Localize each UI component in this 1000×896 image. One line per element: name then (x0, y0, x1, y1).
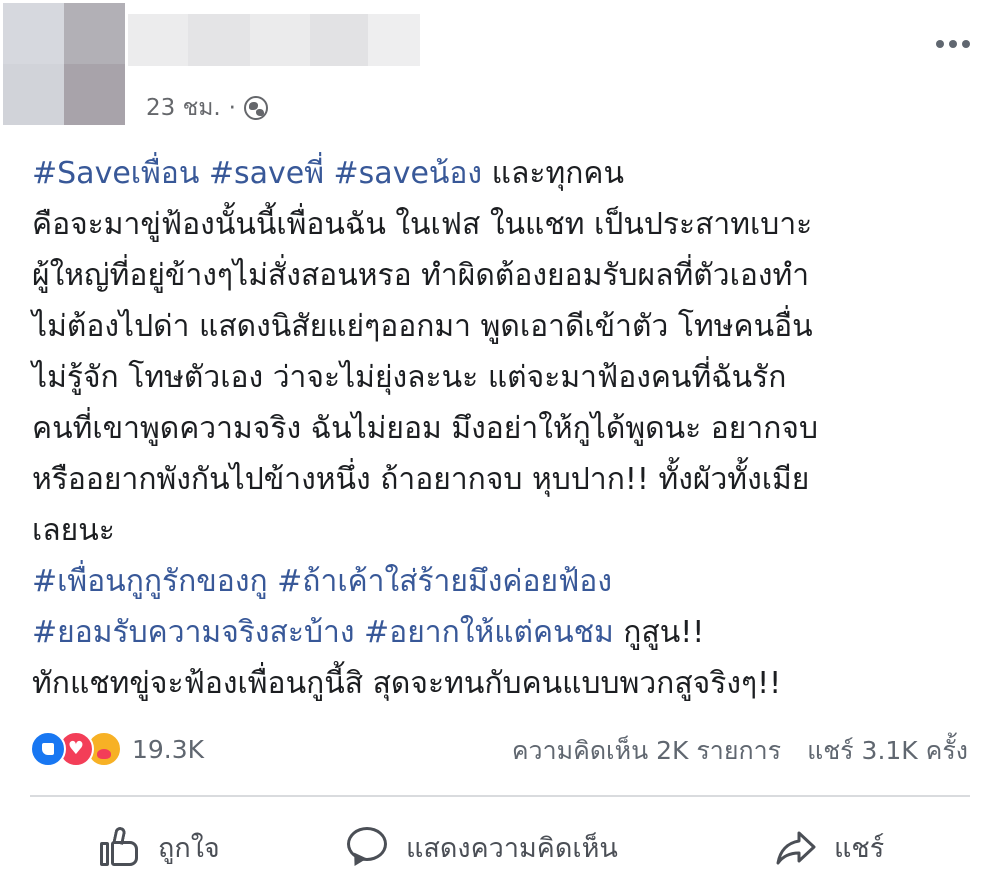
profile-avatar[interactable] (3, 3, 125, 125)
more-options-icon[interactable] (936, 40, 970, 48)
post-text: #Saveเพื่อน #saveพี่ #saveน้อง และทุกคนค… (32, 148, 982, 709)
hashtag-link[interactable]: #Saveเพื่อน #saveพี่ #saveน้อง (32, 156, 482, 191)
post-line: คนที่เขาพูดความจริง ฉันไม่ยอม มึงอย่าให้… (32, 403, 982, 454)
like-icon (30, 731, 66, 767)
post-text-segment: เลยนะ (32, 513, 115, 548)
post-text-segment: หรืออยากพังกันไปข้างหนึ่ง ถ้าอยากจบ หุบป… (32, 462, 810, 497)
post-text-segment: ผู้ใหญ่ที่อยู่ข้างๆไม่สั่งสอนหรอ ทำผิดต้… (32, 258, 810, 293)
post-line: หรืออยากพังกันไปข้างหนึ่ง ถ้าอยากจบ หุบป… (32, 454, 982, 505)
thumbs-up-icon (98, 825, 142, 869)
post-line: #ยอมรับความจริงสะบ้าง #อยากให้แต่คนชม กู… (32, 607, 982, 658)
post-text-segment: กูสูน!! (613, 615, 705, 650)
post-line: #เพื่อนกูกูรักของกู #ถ้าเค้าใส่ร้ายมึงค่… (32, 556, 982, 607)
post-line: ทักแชทขู่จะฟ้องเพื่อนกูนี้สิ สุดจะทนกับค… (32, 658, 982, 709)
hashtag-link[interactable]: #เพื่อนกูกูรักของกู #ถ้าเค้าใส่ร้ายมึงค่… (32, 564, 612, 599)
author-name-blurred[interactable] (128, 14, 420, 66)
share-button[interactable]: แชร์ (774, 815, 884, 879)
post-text-segment: คนที่เขาพูดความจริง ฉันไม่ยอม มึงอย่าให้… (32, 411, 819, 446)
action-bar: ถูกใจ แสดงความคิดเห็น แชร์ (0, 815, 1000, 879)
post-line: ผู้ใหญ่ที่อยู่ข้างๆไม่สั่งสอนหรอ ทำผิดต้… (32, 250, 982, 301)
post-text-segment: และทุกคน (482, 156, 624, 191)
globe-icon[interactable] (243, 96, 268, 120)
shares-count[interactable]: แชร์ 3.1K ครั้ง (807, 731, 968, 771)
post-line: #Saveเพื่อน #saveพี่ #saveน้อง และทุกคน (32, 148, 982, 199)
post-text-segment: ทักแชทขู่จะฟ้องเพื่อนกูนี้สิ สุดจะทนกับค… (32, 666, 782, 701)
post-text-segment: ไม่รู้จัก โทษตัวเอง ว่าจะไม่ยุ่งละนะ แต่… (32, 360, 787, 395)
post-meta: 23 ชม. · (146, 88, 268, 128)
like-label: ถูกใจ (158, 832, 220, 864)
post-stats: ความคิดเห็น 2K รายการ แชร์ 3.1K ครั้ง (512, 731, 968, 771)
post-line: ไม่รู้จัก โทษตัวเอง ว่าจะไม่ยุ่งละนะ แต่… (32, 352, 982, 403)
post-text-segment: ไม่ต้องไปด่า แสดงนิสัยแย่ๆออกมา พูดเอาดี… (32, 309, 813, 344)
post-timestamp[interactable]: 23 ชม. (146, 90, 221, 126)
post-text-segment: คือจะมาขู่ฟ้องนั้นนี้เพื่อนฉัน ในเฟส ในแ… (32, 207, 813, 242)
divider (30, 795, 970, 797)
reaction-count: 19.3K (132, 734, 205, 764)
hashtag-link[interactable]: #ยอมรับความจริงสะบ้าง #อยากให้แต่คนชม (32, 615, 614, 650)
meta-separator: · (228, 95, 236, 121)
reactions-summary[interactable]: 19.3K (30, 731, 204, 767)
post-line: คือจะมาขู่ฟ้องนั้นนี้เพื่อนฉัน ในเฟส ในแ… (32, 199, 982, 250)
post-line: ไม่ต้องไปด่า แสดงนิสัยแย่ๆออกมา พูดเอาดี… (32, 301, 982, 352)
share-label: แชร์ (834, 832, 885, 864)
comment-button[interactable]: แสดงความคิดเห็น (346, 815, 618, 879)
like-button[interactable]: ถูกใจ (98, 815, 220, 879)
share-icon (774, 825, 818, 869)
post-line: เลยนะ (32, 505, 982, 556)
comments-count[interactable]: ความคิดเห็น 2K รายการ (512, 731, 781, 771)
comment-icon (346, 825, 390, 870)
comment-label: แสดงความคิดเห็น (406, 832, 618, 864)
